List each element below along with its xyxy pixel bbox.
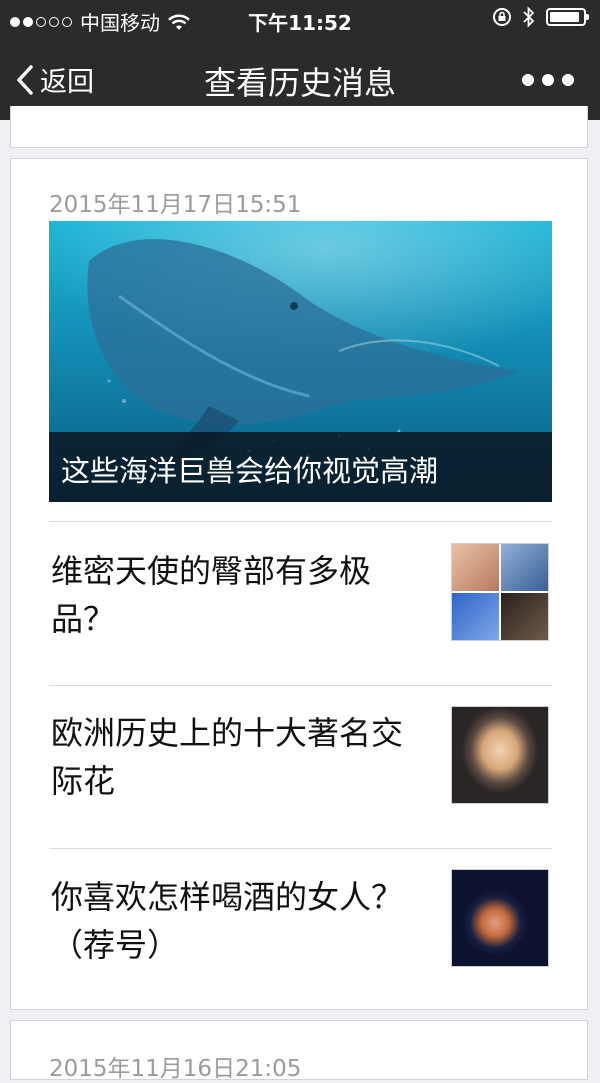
cover-article[interactable]: 这些海洋巨兽会给你视觉高潮 <box>49 221 552 502</box>
more-dot-icon <box>522 74 534 86</box>
article-title: 你喜欢怎样喝酒的女人？（荐号） <box>51 878 404 964</box>
divider <box>49 848 552 849</box>
battery-icon <box>546 8 589 26</box>
woman-portrait-thumbnail <box>451 706 549 804</box>
more-dot-icon <box>542 74 554 86</box>
message-date: 2015年11月17日15:51 <box>49 192 302 218</box>
previous-message-card <box>10 106 588 148</box>
bluetooth-icon <box>523 6 535 28</box>
rotation-lock-icon <box>493 8 511 26</box>
page-title: 查看历史消息 <box>203 64 396 102</box>
divider <box>49 685 552 686</box>
article-title: 维密天使的臀部有多极品？ <box>51 552 372 638</box>
message-card: 2015年11月16日21:05 <box>10 1020 588 1082</box>
cover-caption: 这些海洋巨兽会给你视觉高潮 <box>49 432 552 502</box>
message-card: 2015年11月17日15:51 这些海洋巨兽会给你视觉高潮 维密天使的臀部有多… <box>10 158 588 1010</box>
more-dot-icon <box>562 74 574 86</box>
woman-drinking-thumbnail <box>451 869 549 967</box>
lingerie-collage-thumbnail <box>451 543 549 641</box>
divider <box>49 521 552 522</box>
article-title: 欧洲历史上的十大著名交际花 <box>51 714 404 800</box>
status-bar: 中国移动 下午11:52 <box>0 0 600 38</box>
message-date: 2015年11月16日21:05 <box>49 1056 302 1082</box>
more-options-button[interactable] <box>522 74 574 86</box>
